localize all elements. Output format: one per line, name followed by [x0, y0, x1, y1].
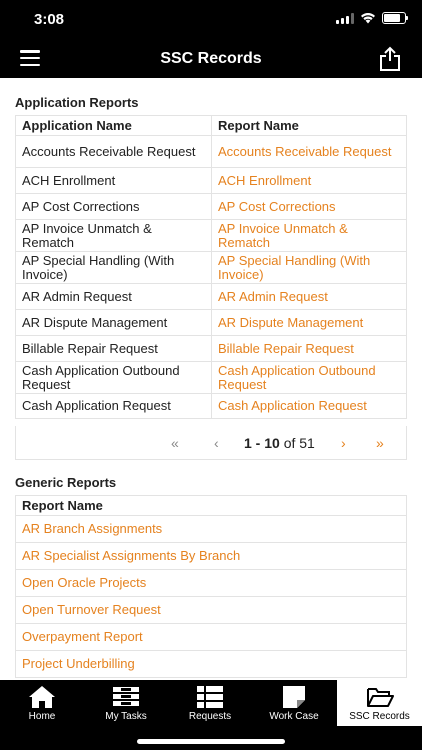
report-link[interactable]: AP Invoice Unmatch & Rematch: [211, 219, 407, 252]
page-title: SSC Records: [160, 50, 262, 67]
report-link[interactable]: ACH Enrollment: [211, 167, 407, 194]
report-link[interactable]: AR Branch Assignments: [15, 515, 407, 543]
table-row: Overpayment Report: [15, 623, 407, 651]
application-name-cell: AP Cost Corrections: [15, 193, 212, 220]
folder-open-icon: [366, 688, 394, 707]
application-reports-table: Application Name Report Name Accounts Re…: [15, 115, 407, 419]
table-row: AP Special Handling (With Invoice) AP Sp…: [15, 251, 407, 284]
report-link[interactable]: Open Oracle Projects: [15, 569, 407, 597]
status-time: 3:08: [34, 11, 65, 28]
application-name-cell: AP Invoice Unmatch & Rematch: [15, 219, 212, 252]
table-row: AP Cost Corrections AP Cost Corrections: [15, 193, 407, 220]
next-page-button[interactable]: ›: [341, 435, 346, 451]
page-range-label: 1 - 10 of 51: [244, 435, 315, 451]
table-row: Cash Application Request Cash Applicatio…: [15, 393, 407, 419]
report-link[interactable]: AP Cost Corrections: [211, 193, 407, 220]
report-link[interactable]: Accounts Receivable Request: [211, 135, 407, 168]
tab-label: Requests: [188, 711, 232, 722]
report-link[interactable]: Project Underbilling: [15, 650, 407, 678]
table-row: Cash Application Outbound Request Cash A…: [15, 361, 407, 394]
application-reports-title: Application Reports: [15, 95, 139, 110]
report-link[interactable]: Overpayment Report: [15, 623, 407, 651]
report-link[interactable]: Open Turnover Request: [15, 596, 407, 624]
tab-work-case[interactable]: Work Case: [252, 680, 336, 726]
content-area[interactable]: Application Reports Application Name Rep…: [0, 78, 422, 680]
report-link[interactable]: AR Admin Request: [211, 283, 407, 310]
last-page-button[interactable]: »: [376, 435, 384, 451]
home-icon: [29, 686, 55, 708]
cellular-signal-icon: [336, 12, 354, 24]
tab-label: SSC Records: [349, 711, 410, 722]
status-icons: [336, 12, 408, 24]
share-icon[interactable]: [378, 46, 402, 72]
table-row: Open Oracle Projects: [15, 569, 407, 597]
report-link[interactable]: Cash Application Outbound Request: [211, 361, 407, 394]
wifi-icon: [361, 13, 375, 24]
generic-reports-title: Generic Reports: [15, 475, 117, 490]
report-link[interactable]: AR Specialist Assignments By Branch: [15, 542, 407, 570]
home-indicator: [137, 739, 285, 744]
page-range: 1 - 10: [244, 435, 280, 451]
navigation-bar: SSC Records: [0, 40, 422, 78]
application-name-cell: AR Admin Request: [15, 283, 212, 310]
tab-label: Home: [28, 711, 56, 722]
battery-icon: [382, 12, 408, 24]
table-row: Accounts Receivable Request Accounts Rec…: [15, 135, 407, 168]
application-name-cell: Cash Application Request: [15, 393, 212, 419]
work-case-icon: [283, 686, 305, 708]
tab-bar: Home My Tasks Requests Work Case SSC Rec…: [0, 680, 422, 750]
tab-requests[interactable]: Requests: [168, 680, 252, 726]
tab-ssc-records[interactable]: SSC Records: [337, 680, 422, 726]
tab-my-tasks[interactable]: My Tasks: [84, 680, 168, 726]
application-name-cell: Billable Repair Request: [15, 335, 212, 362]
table-header-row: Application Name Report Name: [15, 115, 407, 136]
table-row: Billable Repair Request Billable Repair …: [15, 335, 407, 362]
application-name-cell: Accounts Receivable Request: [15, 135, 212, 168]
table-row: Project Underbilling: [15, 650, 407, 678]
application-name-cell: Cash Application Outbound Request: [15, 361, 212, 394]
tasks-icon: [113, 687, 139, 706]
column-header-report-name: Report Name: [15, 495, 407, 516]
tab-label: My Tasks: [105, 711, 147, 722]
table-row: AR Branch Assignments: [15, 515, 407, 543]
requests-icon: [197, 686, 223, 708]
table-row: AR Specialist Assignments By Branch: [15, 542, 407, 570]
generic-reports-table: Report Name AR Branch Assignments AR Spe…: [15, 495, 407, 678]
report-link[interactable]: Billable Repair Request: [211, 335, 407, 362]
application-name-cell: ACH Enrollment: [15, 167, 212, 194]
report-link[interactable]: Cash Application Request: [211, 393, 407, 419]
column-header-application-name: Application Name: [15, 115, 212, 136]
status-bar: 3:08: [0, 0, 422, 40]
page-total: of 51: [283, 435, 315, 451]
tab-label: Work Case: [269, 711, 319, 722]
pagination-bar: « ‹ 1 - 10 of 51 › »: [15, 426, 407, 460]
table-row: AR Admin Request AR Admin Request: [15, 283, 407, 310]
tab-home[interactable]: Home: [0, 680, 84, 726]
application-name-cell: AP Special Handling (With Invoice): [15, 251, 212, 284]
previous-page-button[interactable]: ‹: [214, 435, 219, 451]
report-link[interactable]: AR Dispute Management: [211, 309, 407, 336]
table-row: Open Turnover Request: [15, 596, 407, 624]
report-link[interactable]: AP Special Handling (With Invoice): [211, 251, 407, 284]
first-page-button[interactable]: «: [171, 435, 179, 451]
table-row: AR Dispute Management AR Dispute Managem…: [15, 309, 407, 336]
column-header-report-name: Report Name: [211, 115, 407, 136]
table-row: AP Invoice Unmatch & Rematch AP Invoice …: [15, 219, 407, 252]
table-row: ACH Enrollment ACH Enrollment: [15, 167, 407, 194]
application-name-cell: AR Dispute Management: [15, 309, 212, 336]
table-header-row: Report Name: [15, 495, 407, 516]
